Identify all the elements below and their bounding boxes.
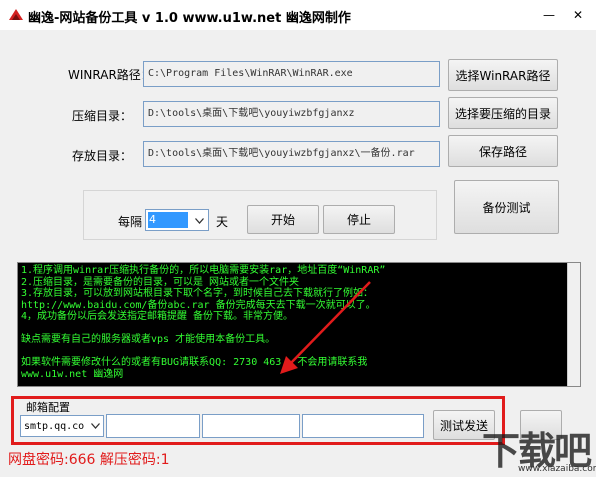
winrar-path-field[interactable]: C:\Program Files\WinRAR\WinRAR.exe bbox=[143, 61, 440, 87]
select-compress-dir-button[interactable]: 选择要压缩的目录 bbox=[448, 97, 558, 129]
winrar-path-label: WINRAR路径： bbox=[68, 68, 153, 82]
compress-dir-label: 压缩目录： bbox=[72, 109, 133, 123]
select-winrar-button[interactable]: 选择WinRAR路径 bbox=[448, 59, 558, 91]
smtp-server-select[interactable]: smtp.qq.co bbox=[20, 415, 104, 437]
interval-select[interactable]: 4 bbox=[145, 209, 209, 231]
mail-config-legend: 邮箱配置 bbox=[24, 399, 72, 415]
recipient-email-input[interactable] bbox=[302, 414, 424, 438]
compress-dir-field[interactable]: D:\tools\桌面\下载吧\youyiwzbfgjanxz bbox=[143, 101, 440, 127]
smtp-server-value: smtp.qq.co bbox=[24, 420, 85, 432]
watermark-url: www.xiazaiba.com bbox=[518, 464, 596, 474]
title-bar: 幽逸-网站备份工具 v 1.0 www.u1w.net 幽逸网制作 — ✕ bbox=[0, 0, 596, 30]
store-dir-field[interactable]: D:\tools\桌面\下载吧\youyiwzbfgjanxz\一备份.rar bbox=[143, 141, 440, 167]
minimize-button[interactable]: — bbox=[534, 0, 564, 30]
close-button[interactable]: ✕ bbox=[563, 0, 593, 30]
start-button[interactable]: 开始 bbox=[247, 205, 319, 234]
stop-button[interactable]: 停止 bbox=[323, 205, 395, 234]
chevron-down-icon bbox=[91, 421, 100, 432]
app-logo-icon bbox=[8, 7, 24, 26]
close-icon: ✕ bbox=[572, 8, 584, 22]
chevron-down-icon bbox=[195, 213, 204, 227]
backup-test-button[interactable]: 备份测试 bbox=[454, 180, 559, 234]
console-scrollbar[interactable] bbox=[567, 263, 580, 386]
save-path-button[interactable]: 保存路径 bbox=[448, 135, 558, 167]
email-password-input[interactable] bbox=[202, 414, 300, 438]
interval-value: 4 bbox=[148, 212, 188, 228]
minimize-icon: — bbox=[543, 8, 555, 22]
store-dir-label: 存放目录： bbox=[72, 149, 133, 163]
password-notice: 网盘密码:666 解压密码:1 bbox=[8, 452, 170, 468]
annotation-arrow-icon bbox=[280, 281, 371, 374]
window-title: 幽逸-网站备份工具 v 1.0 www.u1w.net 幽逸网制作 bbox=[28, 11, 351, 26]
days-unit-label: 天 bbox=[216, 215, 229, 229]
every-label: 每隔 bbox=[118, 215, 143, 229]
email-address-input[interactable] bbox=[106, 414, 200, 438]
